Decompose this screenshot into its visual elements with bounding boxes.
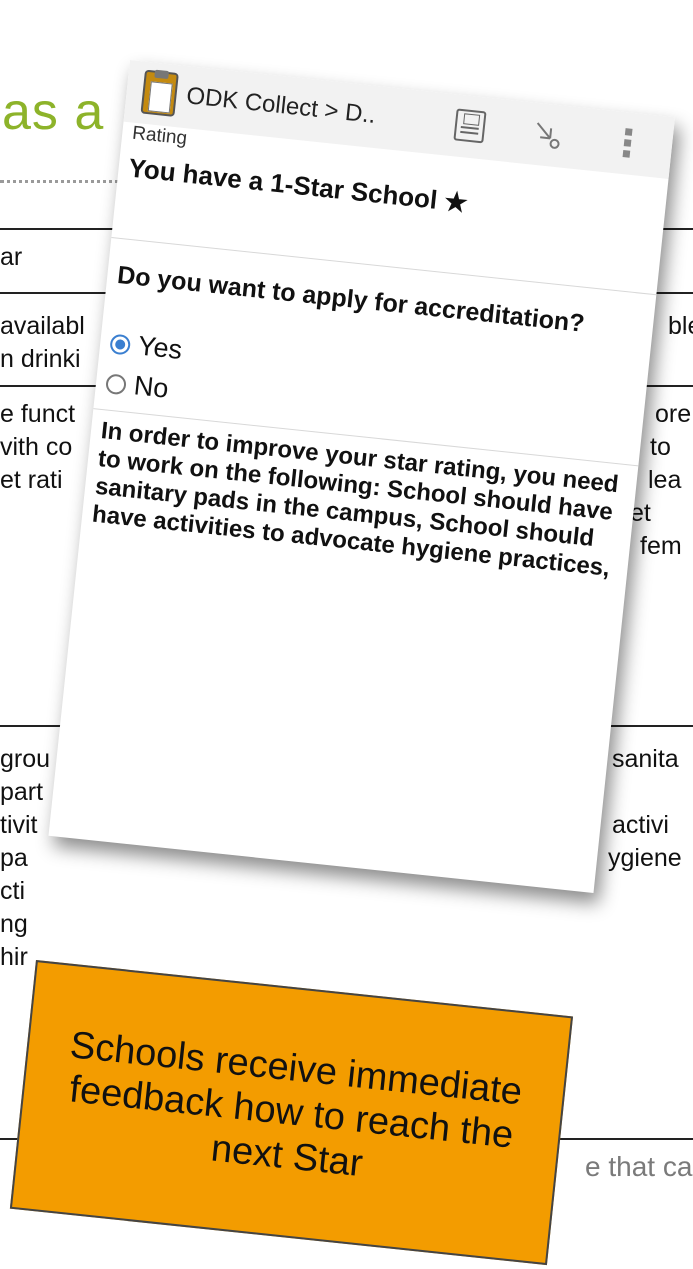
table-cell: grou [0,745,51,773]
radio-label: Yes [136,330,184,365]
table-cell: hir [0,943,28,971]
table-cell: activi [612,811,669,839]
radio-label: No [132,370,170,404]
radio-selected-icon [109,333,132,356]
table-cell: cti [0,877,25,905]
table-cell: pa [0,844,28,872]
callout-box: Schools receive immediate feedback how t… [9,960,574,1266]
go-to-icon[interactable] [531,119,564,152]
save-icon[interactable] [453,108,487,144]
phone-screenshot: ODK Collect > D.. Rating You have a 1-St… [48,60,675,894]
table-cell: vith co [0,433,73,461]
star-rating-message: You have a 1-Star School ★ [127,152,470,218]
slide-title-fragment: as a [2,83,105,141]
callout-text: Schools receive immediate feedback how t… [67,1024,525,1186]
table-cell: et rati [0,466,63,494]
table-cell: availabl [0,312,85,340]
table-cell: to [650,433,671,461]
table-cell: lea [648,466,682,494]
radio-unselected-icon [105,372,128,395]
table-cell: fem [640,532,682,560]
table-cell: ble [668,312,693,340]
table-cell: ore [655,400,692,428]
bottom-text-fragment: e that ca [585,1151,693,1182]
group-label: Rating [131,122,189,150]
table-cell: sanita [612,745,679,773]
table-cell: tivit [0,811,38,839]
table-cell: ng [0,910,28,938]
table-cell: e funct [0,400,76,428]
app-title: ODK Collect > D.. [185,82,378,129]
table-cell: ar [0,243,23,271]
overflow-menu-icon[interactable] [622,128,633,161]
feedback-message: In order to improve your star rating, yo… [90,417,620,582]
question-label: Do you want to apply for accreditation? [116,260,586,338]
table-cell: n drinki [0,345,81,373]
table-cell: part [0,778,44,806]
radio-option-yes[interactable]: Yes [109,328,184,366]
odk-clipboard-icon [140,69,179,117]
radio-option-no[interactable]: No [105,367,170,404]
table-cell: ygiene [608,844,682,872]
